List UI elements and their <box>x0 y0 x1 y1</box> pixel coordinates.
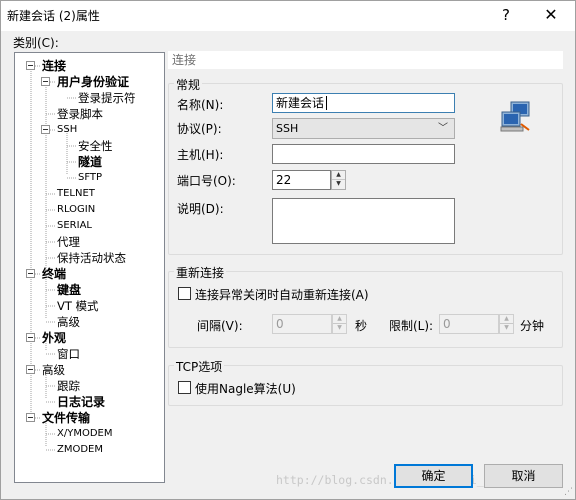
tree-item-file-transfer[interactable]: 文件传输 <box>42 411 90 425</box>
protocol-label: 协议(P): <box>177 122 222 136</box>
properties-dialog: 新建会话 (2)属性 ? ✕ 类别(C): 连接用户身份验证登录提示符登录脚本 S… <box>0 0 576 500</box>
interval-input[interactable]: 0 <box>272 314 332 334</box>
collapse-icon[interactable] <box>26 333 35 342</box>
port-input[interactable]: 22 <box>272 170 331 190</box>
reconnect-group-title: 重新连接 <box>174 264 227 281</box>
host-input[interactable] <box>272 144 455 164</box>
ok-button[interactable]: 确定 <box>394 464 473 488</box>
nagle-label: 使用Nagle算法(U) <box>195 382 296 396</box>
spin-up-icon[interactable]: ▲ <box>500 315 513 324</box>
spin-down-icon[interactable]: ▼ <box>500 324 513 333</box>
tree-item-trace[interactable]: 跟踪 <box>57 379 80 393</box>
tree-item-appearance[interactable]: 外观 <box>42 331 66 345</box>
spin-up-icon[interactable]: ▲ <box>332 171 345 180</box>
tree-item-login-prompt[interactable]: 登录提示符 <box>78 91 136 105</box>
limit-input[interactable]: 0 <box>439 314 499 334</box>
tree-item-keepalive[interactable]: 保持活动状态 <box>57 251 126 265</box>
limit-spinner[interactable]: ▲ ▼ <box>499 314 514 334</box>
collapse-icon[interactable] <box>26 61 35 70</box>
host-label: 主机(H): <box>177 148 224 162</box>
tree-item-vt-mode[interactable]: VT 模式 <box>57 299 99 313</box>
tree-item-logging[interactable]: 日志记录 <box>57 395 105 409</box>
close-button[interactable]: ✕ <box>536 4 566 26</box>
auto-reconnect-label: 连接异常关闭时自动重新连接(A) <box>195 288 369 302</box>
collapse-icon[interactable] <box>41 125 50 134</box>
name-input[interactable]: 新建会话 <box>272 93 455 113</box>
interval-label: 间隔(V): <box>197 319 243 333</box>
cancel-button[interactable]: 取消 <box>484 464 563 488</box>
network-computers-icon <box>500 101 530 132</box>
interval-spinner[interactable]: ▲ ▼ <box>332 314 347 334</box>
tree-item-tunnel[interactable]: 隧道 <box>78 155 102 169</box>
collapse-icon[interactable] <box>26 413 35 422</box>
tree-item-rlogin[interactable]: RLOGIN <box>57 203 95 217</box>
tree-item-user-auth[interactable]: 用户身份验证 <box>57 75 129 89</box>
tree-item-zmodem[interactable]: ZMODEM <box>57 443 103 457</box>
tree-item-xymodem[interactable]: X/YMODEM <box>57 427 112 441</box>
reconnect-group <box>168 271 563 348</box>
protocol-select[interactable]: SSH ﹀ <box>272 118 455 139</box>
tree-item-ssh[interactable]: SSH <box>57 123 77 137</box>
tree-item-proxy[interactable]: 代理 <box>57 235 80 249</box>
panel-header: 连接 <box>168 51 563 69</box>
tree-item-serial[interactable]: SERIAL <box>57 219 92 233</box>
port-spinner[interactable]: ▲ ▼ <box>331 170 346 190</box>
window-title: 新建会话 (2)属性 <box>7 9 100 23</box>
limit-label: 限制(L): <box>389 319 434 333</box>
tree-item-window[interactable]: 窗口 <box>57 347 80 361</box>
tree-item-terminal[interactable]: 终端 <box>42 267 66 281</box>
title-bar: 新建会话 (2)属性 ? ✕ <box>1 1 575 31</box>
description-label: 说明(D): <box>177 202 224 216</box>
tcp-group-title: TCP选项 <box>174 358 225 375</box>
spin-down-icon[interactable]: ▼ <box>333 324 346 333</box>
collapse-icon[interactable] <box>26 365 35 374</box>
description-textarea[interactable] <box>272 198 455 244</box>
chevron-down-icon: ﹀ <box>438 123 448 134</box>
category-label: 类别(C): <box>13 36 59 50</box>
port-label: 端口号(O): <box>177 174 236 188</box>
spin-up-icon[interactable]: ▲ <box>333 315 346 324</box>
general-group-title: 常规 <box>174 76 203 93</box>
tree-item-keyboard[interactable]: 键盘 <box>57 283 81 297</box>
protocol-selected: SSH <box>276 122 299 135</box>
name-label: 名称(N): <box>177 98 224 112</box>
spin-down-icon[interactable]: ▼ <box>332 180 345 189</box>
interval-unit: 秒 <box>355 319 368 333</box>
tree-item-terminal-advanced[interactable]: 高级 <box>57 315 80 329</box>
category-tree[interactable]: 连接用户身份验证登录提示符登录脚本 SSH 安全性隧道 SFTP TELNET RLOGI… <box>14 52 165 483</box>
help-button[interactable]: ? <box>491 4 521 26</box>
tree-item-telnet[interactable]: TELNET <box>57 187 95 201</box>
tree-item-advanced[interactable]: 高级 <box>42 363 65 377</box>
collapse-icon[interactable] <box>41 77 50 86</box>
tree-item-connection[interactable]: 连接 <box>42 59 66 73</box>
tree-item-sftp[interactable]: SFTP <box>78 171 102 185</box>
collapse-icon[interactable] <box>26 269 35 278</box>
auto-reconnect-checkbox[interactable] <box>178 287 191 300</box>
limit-unit: 分钟 <box>520 319 545 333</box>
tree-item-security[interactable]: 安全性 <box>78 139 113 153</box>
resize-grip-icon[interactable]: ⋰ <box>564 487 573 497</box>
tree-item-login-script[interactable]: 登录脚本 <box>57 107 103 121</box>
nagle-checkbox[interactable] <box>178 381 191 394</box>
